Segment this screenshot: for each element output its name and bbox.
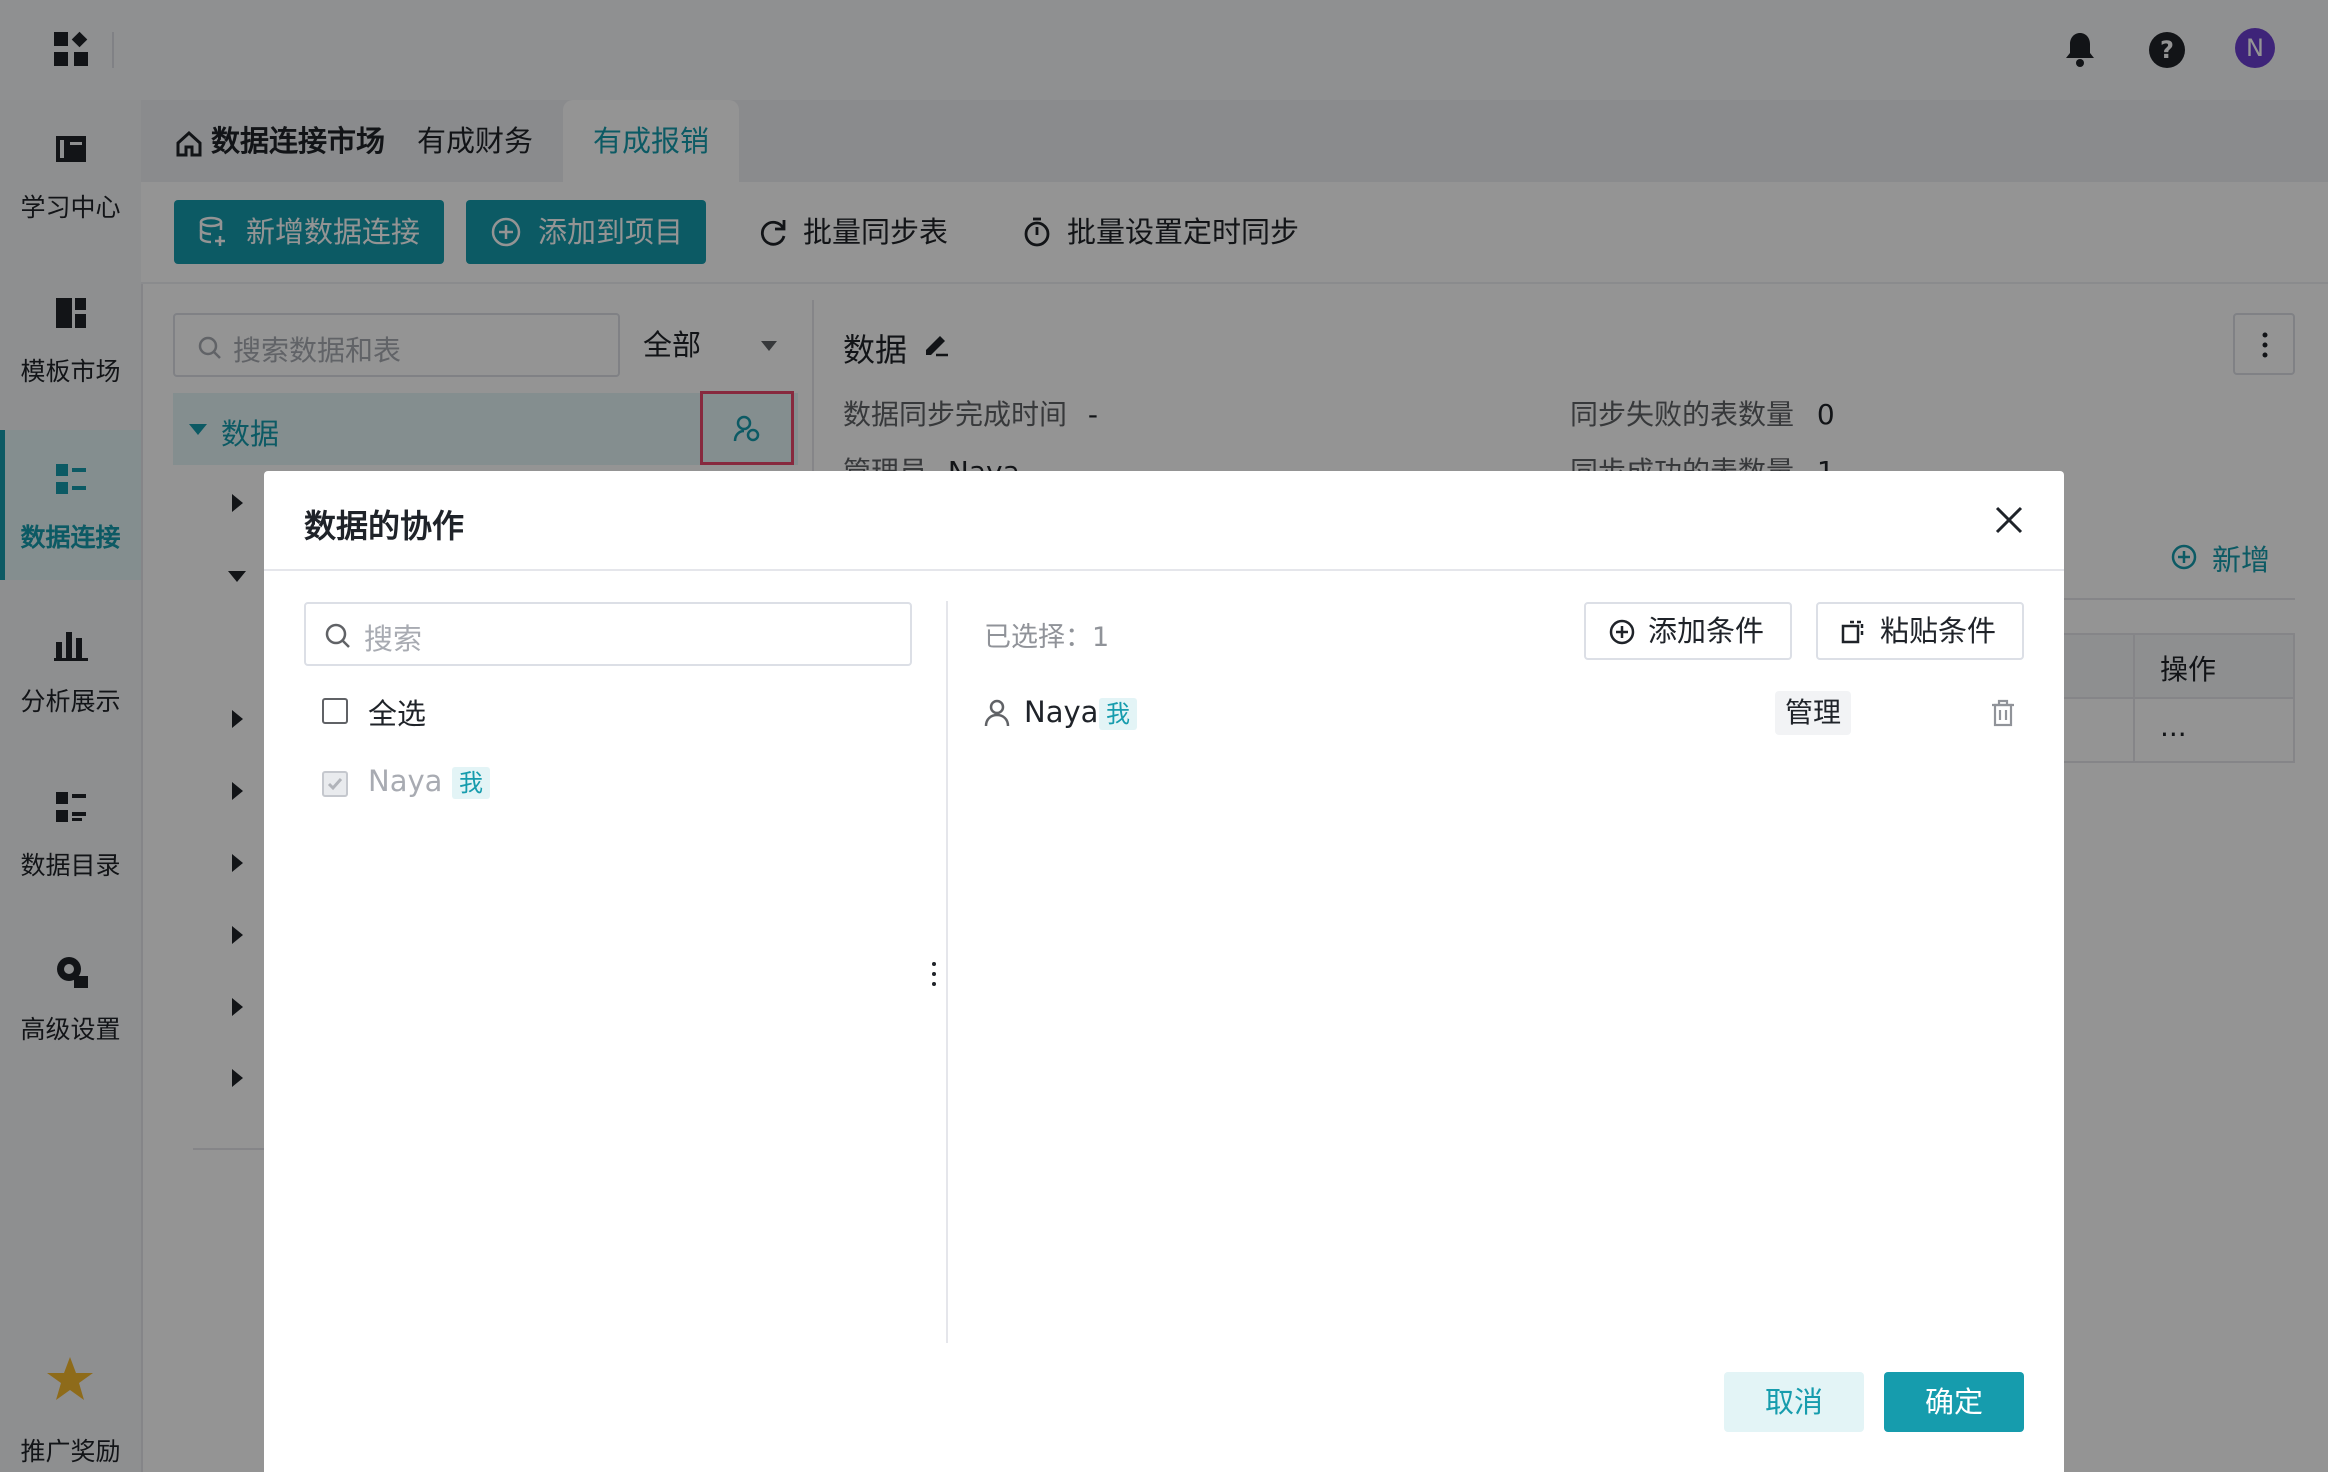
- selected-count: 已选择：1: [984, 622, 1110, 653]
- me-badge: 我: [452, 767, 490, 799]
- confirm-button[interactable]: 确定: [1884, 1372, 2024, 1432]
- search-icon: [325, 623, 350, 648]
- add-condition-button[interactable]: 添加条件: [1584, 602, 1792, 660]
- select-all-checkbox[interactable]: [322, 698, 348, 724]
- select-all-row[interactable]: 全选: [322, 691, 622, 731]
- close-icon[interactable]: [1994, 505, 2024, 535]
- user-checkbox[interactable]: [322, 771, 348, 797]
- cancel-button[interactable]: 取消: [1724, 1372, 1864, 1432]
- me-badge: 我: [1099, 698, 1137, 730]
- selected-user-row: Naya 我 管理: [984, 691, 2024, 735]
- column-divider: [946, 601, 948, 1343]
- trash-icon[interactable]: [1990, 699, 2016, 727]
- check-icon: [327, 778, 343, 791]
- dialog-title: 数据的协作: [304, 507, 465, 545]
- paste-icon: [1841, 620, 1864, 644]
- user-option-row[interactable]: Naya 我: [322, 764, 722, 804]
- dialog-header-divider: [264, 569, 2064, 571]
- role-select[interactable]: 管理: [1775, 691, 1852, 735]
- plus-circle-icon: [1609, 619, 1635, 645]
- user-icon: [984, 699, 1010, 727]
- user-search-input[interactable]: 搜索: [304, 602, 912, 666]
- collaboration-dialog: 数据的协作 搜索 全选 Naya 我 已选择：1 添加条件 粘贴条件 Naya …: [264, 471, 2064, 1472]
- paste-condition-button[interactable]: 粘贴条件: [1816, 602, 2024, 660]
- resize-handle-icon[interactable]: [930, 961, 938, 987]
